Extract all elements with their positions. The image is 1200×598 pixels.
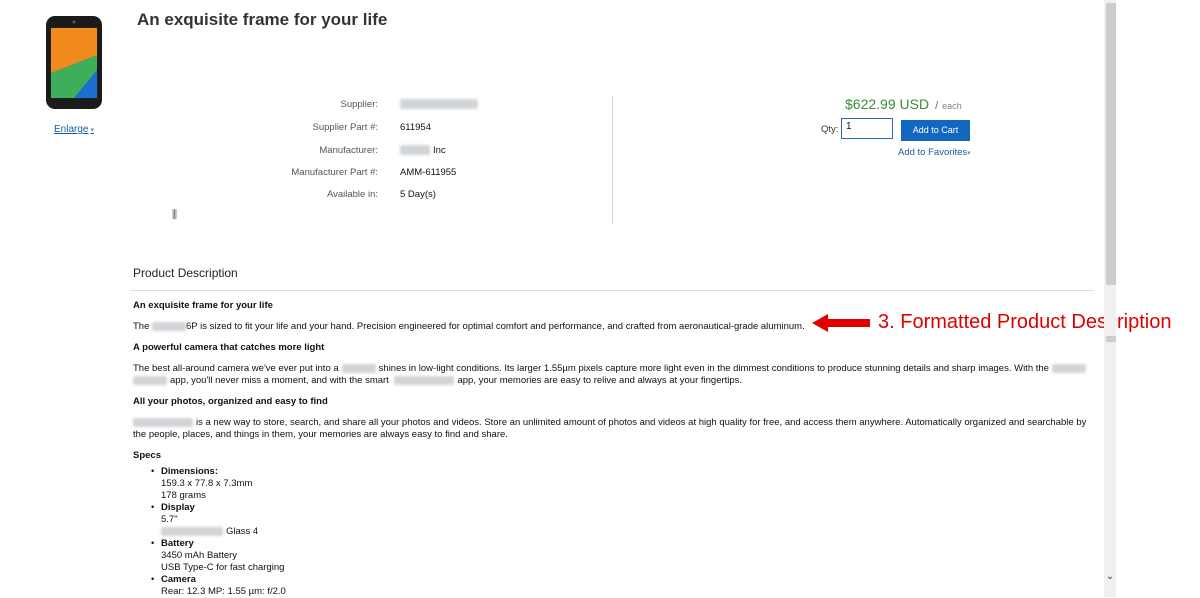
product-description-heading: Product Description <box>133 266 238 280</box>
spec-value: USB Type-C for fast charging <box>161 562 285 573</box>
product-title: An exquisite frame for your life <box>137 10 388 29</box>
divider <box>612 96 613 224</box>
detail-label-supplier: Supplier: <box>340 99 379 110</box>
scrollbar-thumb[interactable] <box>1106 3 1116 285</box>
detail-label-supplier-part: Supplier Part #: <box>312 122 378 133</box>
spec-value: Glass 4 <box>161 526 1095 538</box>
paragraph-text: 6P is sized to fit your life and your ha… <box>186 321 805 332</box>
add-to-cart-button[interactable]: Add to Cart <box>901 120 970 141</box>
enlarge-link[interactable]: Enlarge ▾ <box>54 124 94 135</box>
detail-label-manufacturer-part: Manufacturer Part #: <box>291 167 378 178</box>
list-item: Dimensions: 159.3 x 77.8 x 7.3mm 178 gra… <box>151 466 1095 502</box>
detail-label-manufacturer: Manufacturer: <box>319 145 378 156</box>
detail-value-manufacturer: Inc <box>400 145 446 156</box>
arrow-left-icon <box>812 314 870 332</box>
section-title: All your photos, organized and easy to f… <box>133 396 328 407</box>
product-details: Supplier: Supplier Part #: 611954 Manufa… <box>260 96 600 206</box>
spec-value: Rear: 12.3 MP: 1.55 µm: f/2.0 <box>161 586 286 597</box>
list-item: Camera Rear: 12.3 MP: 1.55 µm: f/2.0 <box>151 574 1095 598</box>
spec-value: 5.7" <box>161 514 178 525</box>
spec-label: Camera <box>161 574 196 585</box>
manufacturer-suffix: Inc <box>433 145 446 156</box>
list-item: Battery 3450 mAh Battery USB Type-C for … <box>151 538 1095 574</box>
chevron-down-icon: ▾ <box>90 127 94 134</box>
paragraph-text: The best all-around camera we've ever pu… <box>133 363 339 374</box>
specs-list: Dimensions: 159.3 x 77.8 x 7.3mm 178 gra… <box>133 466 1095 598</box>
section-paragraph: is a new way to store, search, and share… <box>133 417 1095 441</box>
enlarge-label: Enlarge <box>54 124 89 135</box>
paragraph-text: app, your memories are easy to relive an… <box>457 375 743 386</box>
paragraph-text: app, you'll never miss a moment, and wit… <box>170 375 389 386</box>
paragraph-text: is a new way to store, search, and share… <box>133 417 1087 440</box>
detail-value-supplier <box>400 99 478 110</box>
spec-label: Display <box>161 502 195 513</box>
detail-label-available: Available in: <box>326 189 378 200</box>
spec-label: Dimensions: <box>161 466 219 477</box>
spec-value: 159.3 x 77.8 x 7.3mm <box>161 478 253 489</box>
qty-input[interactable]: 1 <box>841 118 893 139</box>
barcode-icon: ⫼ <box>172 209 177 221</box>
add-to-favorites-link[interactable]: Add to Favorites▾ <box>898 147 971 158</box>
spec-label: Battery <box>161 538 194 549</box>
list-item: Display 5.7" Glass 4 <box>151 502 1095 538</box>
scrollbar-thumb-marker <box>1106 336 1116 342</box>
chevron-down-icon[interactable]: ⌄ <box>1104 571 1116 583</box>
paragraph-text: shines in low-light conditions. Its larg… <box>378 363 1049 374</box>
spec-value: 178 grams <box>161 490 206 501</box>
divider <box>130 290 1094 291</box>
spec-value: 3450 mAh Battery <box>161 550 238 561</box>
product-image[interactable] <box>44 15 104 110</box>
qty-label: Qty: <box>821 124 839 135</box>
section-title: A powerful camera that catches more ligh… <box>133 342 325 353</box>
price-value: $622.99 USD <box>845 96 930 112</box>
chevron-down-icon: ▾ <box>967 150 971 157</box>
price: $622.99 USD / each <box>845 96 962 112</box>
detail-value-supplier-part: 611954 <box>400 122 431 133</box>
detail-value-manufacturer-part: AMM-611955 <box>400 167 457 178</box>
spec-value-text: Glass 4 <box>226 526 259 537</box>
paragraph-text: The <box>133 321 150 332</box>
detail-value-available: 5 Day(s) <box>400 189 436 200</box>
annotation-label: 3. Formatted Product Description <box>878 311 1172 333</box>
price-slash: / <box>935 100 939 112</box>
specs-title: Specs <box>133 450 161 461</box>
add-to-favorites-label: Add to Favorites <box>898 147 968 158</box>
product-description: An exquisite frame for your life The 6P … <box>133 300 1095 598</box>
price-unit: each <box>942 101 962 111</box>
section-paragraph: The best all-around camera we've ever pu… <box>133 363 1095 387</box>
